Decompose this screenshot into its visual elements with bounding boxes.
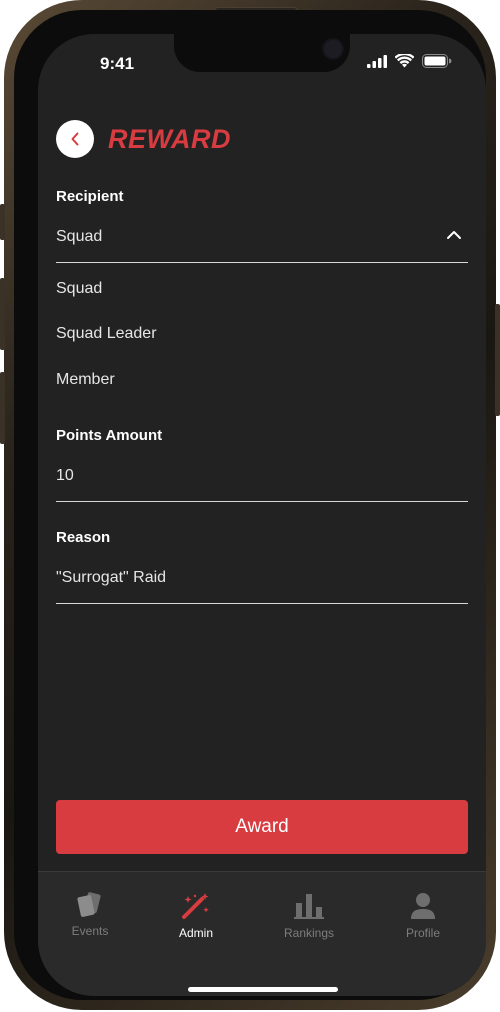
points-underline (56, 501, 468, 502)
reason-input[interactable]: "Surrogat" Raid (56, 569, 166, 587)
volume-down-button (0, 372, 5, 444)
home-indicator[interactable] (188, 987, 338, 992)
reason-label: Reason (56, 529, 111, 546)
recipient-label: Recipient (56, 188, 124, 205)
reason-underline (56, 603, 468, 604)
points-amount-input[interactable]: 10 (56, 467, 74, 485)
recipient-select[interactable]: Squad (56, 228, 102, 246)
tab-bar: Events Admin Rankings Profile (38, 871, 486, 996)
back-button[interactable] (56, 120, 94, 158)
recipient-option-squad[interactable]: Squad (56, 280, 102, 298)
tab-events[interactable]: Events (50, 892, 130, 938)
tab-profile[interactable]: Profile (383, 892, 463, 940)
camera-icon (322, 38, 344, 60)
user-icon (411, 893, 435, 919)
bezel: 9:41 REWARD Recipient Squad Squad Squad … (14, 10, 486, 1000)
chevron-left-icon (71, 132, 79, 146)
status-time: 9:41 (100, 54, 135, 73)
tab-admin[interactable]: Admin (156, 892, 236, 940)
magic-wand-icon (182, 893, 209, 919)
chevron-up-icon[interactable] (446, 230, 462, 240)
power-button (495, 304, 500, 416)
battery-icon (422, 54, 452, 68)
notch (174, 34, 350, 72)
bar-chart-icon (294, 894, 324, 919)
tab-rankings[interactable]: Rankings (269, 892, 349, 940)
tab-profile-label: Profile (405, 926, 440, 940)
recipient-option-member[interactable]: Member (56, 371, 115, 389)
volume-up-button (0, 278, 5, 350)
award-button[interactable]: Award (56, 800, 468, 854)
tab-rankings-label: Rankings (283, 926, 335, 940)
signal-icon (367, 54, 387, 68)
recipient-underline (56, 262, 468, 263)
points-amount-label: Points Amount (56, 427, 163, 444)
cards-icon (77, 892, 101, 917)
header: REWARD (56, 120, 231, 158)
tab-admin-label: Admin (178, 926, 213, 940)
phone-frame: 9:41 REWARD Recipient Squad Squad Squad … (0, 0, 500, 1010)
wifi-icon (395, 54, 414, 68)
side-button (0, 204, 5, 240)
page-title: REWARD (108, 123, 231, 154)
screen: 9:41 REWARD Recipient Squad Squad Squad … (38, 34, 486, 996)
recipient-option-squad-leader[interactable]: Squad Leader (56, 325, 157, 343)
status-icons (367, 54, 452, 68)
tab-events-label: Events (71, 924, 109, 938)
